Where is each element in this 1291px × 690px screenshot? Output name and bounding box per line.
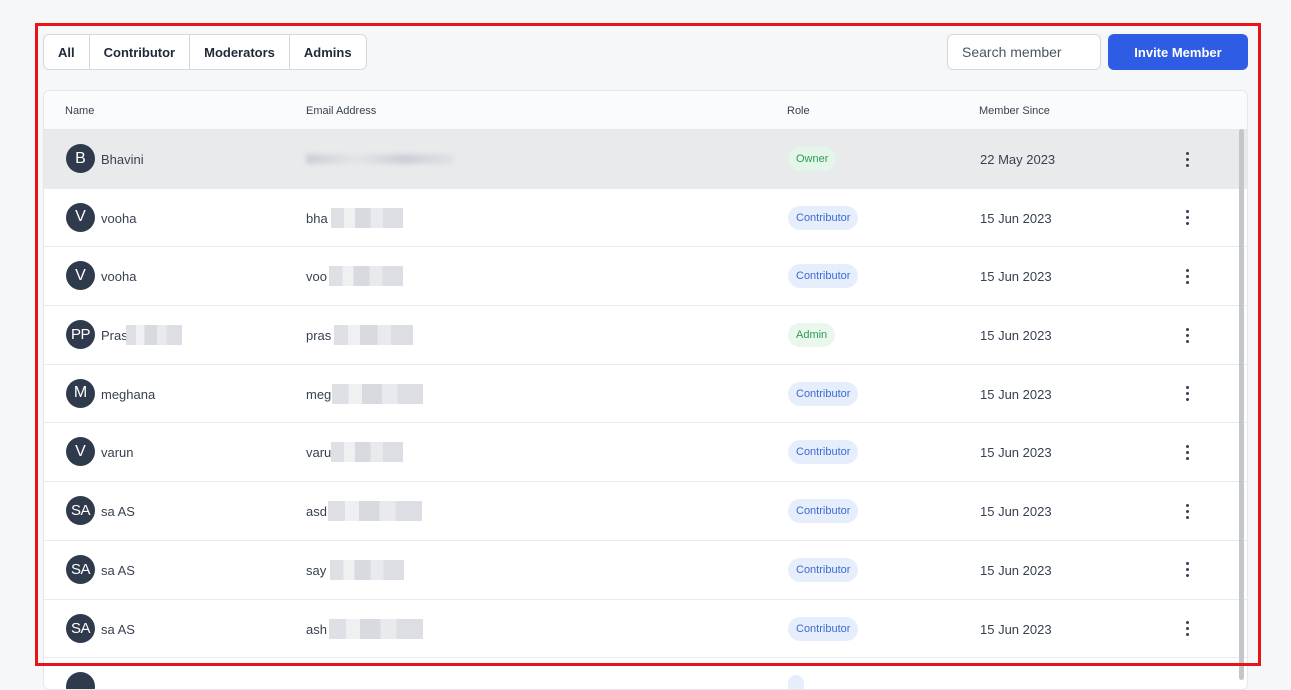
tab-all[interactable]: All [44,35,90,69]
member-email: say [306,562,327,578]
redacted-email [331,442,403,463]
role-badge: Contributor [788,264,859,289]
redacted-email [334,325,413,346]
table-scrollbar[interactable] [1239,129,1244,680]
member-name: sa AS [101,621,135,637]
column-header-email: Email Address [306,105,377,117]
avatar: SA [66,613,95,643]
member-email: varu [306,445,332,461]
table-row[interactable]: V varun varu Contributor 15 Jun 2023 [44,423,1247,483]
member-name: sa AS [101,504,135,520]
redacted-email [330,559,404,580]
member-since: 15 Jun 2023 [980,269,1052,285]
role-badge: Contributor [788,440,859,465]
avatar: M [66,378,95,408]
member-email: ash [306,621,327,637]
more-vertical-icon[interactable] [1180,265,1194,287]
table-row[interactable]: SA sa AS say Contributor 15 Jun 2023 [44,540,1247,600]
member-since: 15 Jun 2023 [980,621,1052,637]
avatar: SA [66,496,95,526]
avatar [66,672,95,689]
table-header: Name Email Address Role Member Since [44,91,1247,130]
member-name: Pras [101,328,128,344]
tab-moderators[interactable]: Moderators [190,35,290,69]
member-since: 15 Jun 2023 [980,445,1052,461]
redacted-name [126,325,182,346]
role-badge: Owner [788,147,837,171]
column-header-member-since: Member Since [979,105,1050,117]
avatar: SA [66,554,95,584]
role-filter-tabs: All Contributor Moderators Admins [43,34,367,70]
avatar: V [66,437,95,467]
role-badge [788,675,804,689]
member-email: asd [306,504,327,520]
member-email: bha [306,210,328,226]
more-vertical-icon[interactable] [1180,500,1194,522]
member-name: vooha [101,210,137,226]
more-vertical-icon[interactable] [1180,618,1194,640]
member-email: voo [306,269,327,285]
member-since: 15 Jun 2023 [980,504,1052,520]
role-badge: Contributor [788,499,859,524]
member-name: meghana [101,386,156,402]
member-since: 15 Jun 2023 [980,210,1052,226]
redacted-email [328,501,422,522]
table-row[interactable]: V vooha bha Contributor 15 Jun 2023 [44,188,1247,248]
role-badge: Contributor [788,205,859,230]
member-email: pras [306,328,332,344]
member-since: 15 Jun 2023 [980,386,1052,402]
table-row[interactable]: M meghana meg Contributor 15 Jun 2023 [44,364,1247,424]
more-vertical-icon[interactable] [1180,559,1194,581]
avatar: PP [66,320,95,350]
avatar: V [66,261,95,291]
table-row[interactable]: B Bhavini Owner 22 May 2023 [44,130,1247,189]
column-header-role: Role [787,105,810,117]
more-vertical-icon[interactable] [1180,441,1194,463]
tab-contributor[interactable]: Contributor [90,35,191,69]
more-vertical-icon[interactable] [1180,324,1194,346]
avatar: V [66,202,95,232]
avatar: B [66,144,95,173]
member-since: 22 May 2023 [980,152,1056,167]
invite-member-button[interactable]: Invite Member [1108,34,1248,70]
table-row[interactable]: SA sa AS ash Contributor 15 Jun 2023 [44,599,1247,659]
member-name: Bhavini [101,152,144,167]
tab-admins[interactable]: Admins [290,35,366,69]
redacted-email [329,618,423,639]
member-email: meg [306,386,332,402]
member-since: 15 Jun 2023 [980,328,1052,344]
table-row-partial[interactable] [44,658,1247,689]
more-vertical-icon[interactable] [1180,207,1194,229]
member-name: sa AS [101,562,135,578]
more-vertical-icon[interactable] [1180,148,1194,170]
table-row[interactable]: V vooha voo Contributor 15 Jun 2023 [44,247,1247,307]
more-vertical-icon[interactable] [1180,383,1194,405]
toolbar: All Contributor Moderators Admins Invite… [43,34,1248,70]
role-badge: Contributor [788,557,859,582]
redacted-email [331,207,403,228]
member-name: vooha [101,269,137,285]
role-badge: Contributor [788,616,859,641]
role-badge: Admin [788,323,836,348]
search-member-input[interactable] [947,34,1101,70]
column-header-name: Name [65,105,95,117]
table-row[interactable]: PP Pras pras Admin 15 Jun 2023 [44,306,1247,365]
members-table: Name Email Address Role Member Since B B… [43,90,1248,690]
table-row[interactable]: SA sa AS asd Contributor 15 Jun 2023 [44,482,1247,541]
redacted-email [332,383,423,404]
redacted-email [329,266,403,287]
redacted-email [306,154,454,164]
member-since: 15 Jun 2023 [980,562,1052,578]
role-badge: Contributor [788,381,859,406]
member-name: varun [101,445,134,461]
